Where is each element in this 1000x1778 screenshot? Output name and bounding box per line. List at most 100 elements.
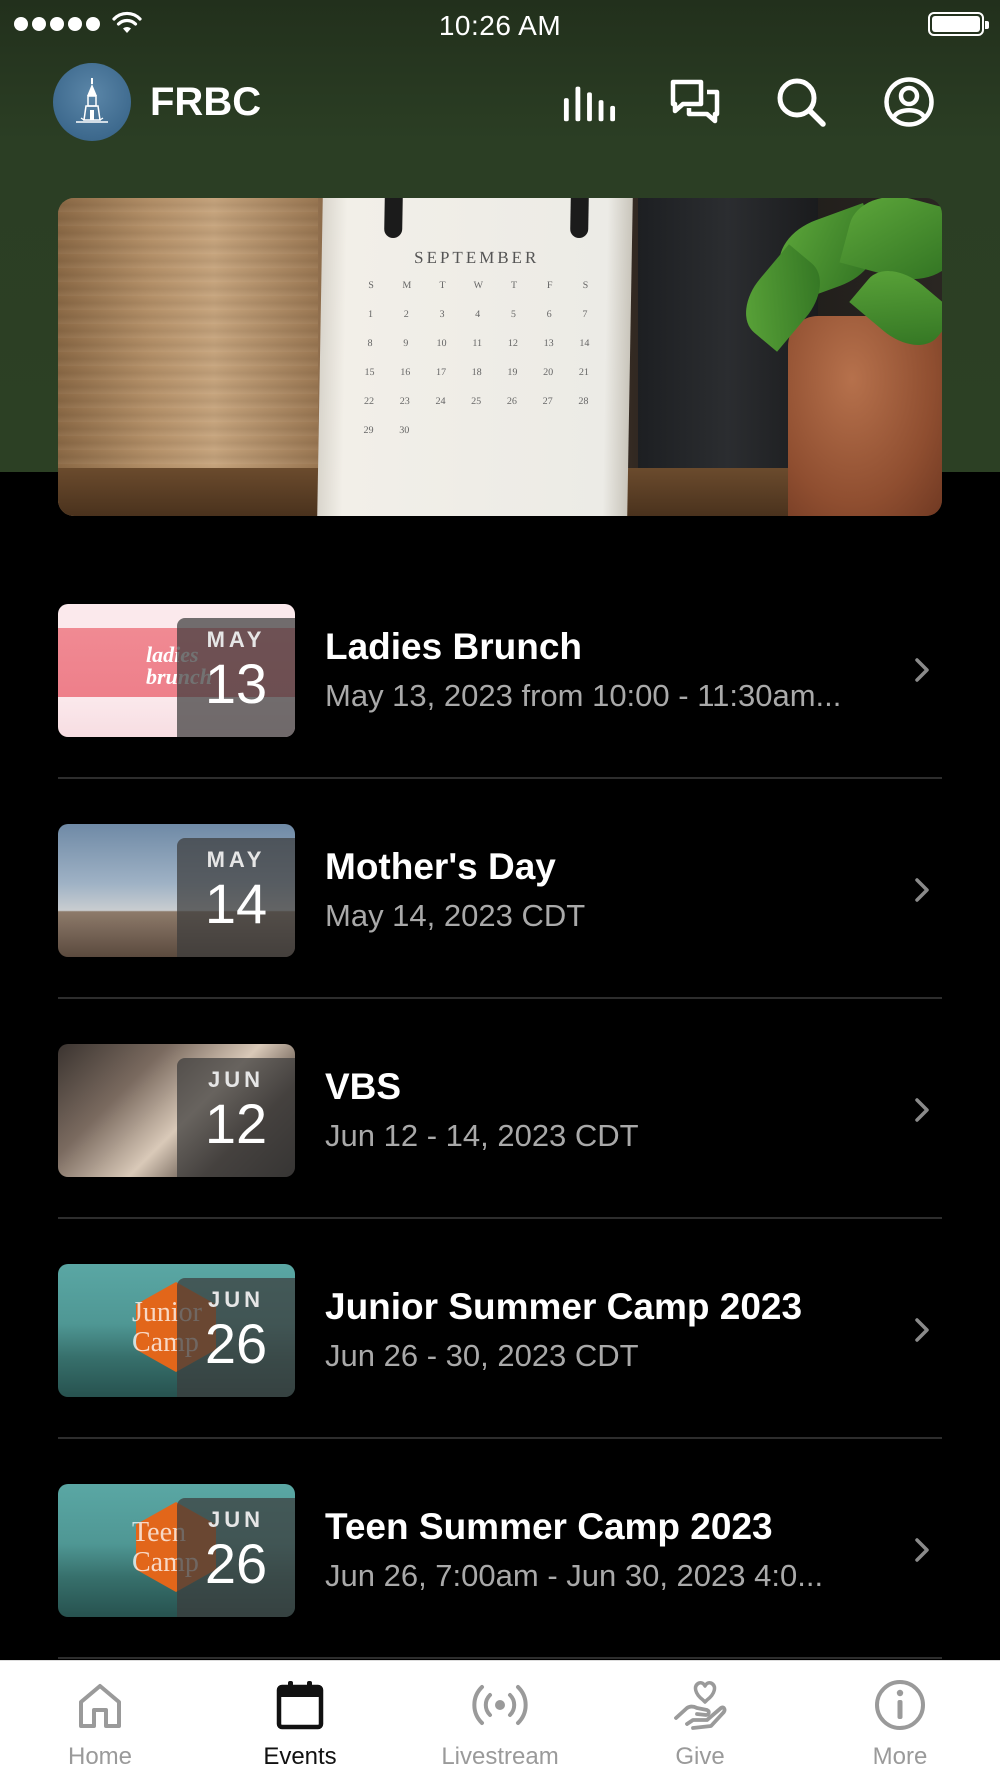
event-title: Teen Summer Camp 2023 <box>325 1506 773 1547</box>
event-date-badge: MAY 13 <box>177 618 295 737</box>
calendar-day: 25 <box>471 396 482 407</box>
calendar-day: 24 <box>435 396 446 407</box>
tab-bar: Home Events Livestream Give More <box>0 1660 1000 1778</box>
event-date-badge: JUN 12 <box>177 1058 295 1177</box>
calendar-day: 4 <box>475 309 481 320</box>
event-date-badge: JUN 26 <box>177 1498 295 1617</box>
calendar-weekday: M <box>402 280 412 291</box>
event-divider <box>58 777 942 779</box>
event-date-text: Jun 26 - 30, 2023 CDT <box>325 1338 639 1373</box>
calendar-day: 12 <box>507 338 519 349</box>
event-thumbnail: ladies brunchMAY13 <box>58 604 295 737</box>
event-thumbnail: Junior Camp JUN 26 <box>58 1264 295 1397</box>
calendar-day: 23 <box>399 396 410 407</box>
brand-name: FRBC <box>150 80 262 124</box>
app-header: FRBC <box>0 60 1000 144</box>
event-month: JUN <box>207 1287 264 1312</box>
event-date-text: Jun 26, 7:00am - Jun 30, 2023 4:0... <box>325 1558 824 1593</box>
calendar-day: 20 <box>543 367 554 378</box>
calendar-weekday: F <box>546 280 553 291</box>
calendar-day: 11 <box>472 338 483 349</box>
event-row[interactable]: MAY 14 Mother's Day May 14, 2023 CDT <box>58 824 942 1044</box>
calendar-icon <box>272 1677 328 1733</box>
calendar-day: 27 <box>542 396 553 407</box>
calendar-photo: SEPTEMBER S M T W T F S 1 2 3 4 5 6 7 8 9 10 11 12 13 14 15 16… <box>317 198 633 516</box>
battery-icon <box>928 12 989 36</box>
calendar-weekday: S <box>368 280 374 291</box>
event-thumbnail: Teen Camp JUN 26 <box>58 1484 295 1617</box>
event-title: Mother's Day <box>325 846 556 887</box>
calendar-day: 5 <box>510 309 517 320</box>
search-icon[interactable] <box>774 75 828 129</box>
event-month: JUN <box>207 1507 264 1532</box>
event-month: JUN <box>207 1067 264 1092</box>
home-icon <box>72 1677 128 1733</box>
calendar-day: 13 <box>543 338 554 349</box>
calendar-day: 6 <box>546 309 552 320</box>
event-row[interactable]: JUN 12 VBS Jun 12 - 14, 2023 CDT <box>58 1044 942 1264</box>
info-icon <box>872 1677 928 1733</box>
calendar-day: 21 <box>578 367 589 378</box>
tab-give[interactable]: Give <box>600 1661 800 1778</box>
calendar-day: 22 <box>363 396 375 407</box>
calendar-day: 18 <box>471 367 482 378</box>
calendar-weekday: T <box>510 280 518 291</box>
calendar-day: 17 <box>435 367 447 378</box>
calendar-day: 8 <box>367 338 373 349</box>
calendar-day: 19 <box>507 367 518 378</box>
calendar-day: 2 <box>403 309 409 320</box>
church-steeple-icon <box>76 78 108 123</box>
calendar-day: 29 <box>363 425 374 436</box>
event-divider <box>58 1217 942 1219</box>
chevron-right-icon <box>915 658 929 682</box>
event-divider <box>58 997 942 999</box>
event-thumbnail: JUN 12 <box>58 1044 295 1177</box>
tab-home[interactable]: Home <box>0 1661 200 1778</box>
calendar-day: 15 <box>364 367 375 378</box>
event-day: 26 <box>204 1312 268 1375</box>
calendar-day: 28 <box>578 396 589 407</box>
calendar-day: 14 <box>579 338 590 349</box>
event-title: Junior Summer Camp 2023 <box>325 1286 803 1327</box>
tab-events[interactable]: Events <box>200 1661 400 1778</box>
chevron-right-icon <box>915 1538 929 1562</box>
messages-icon[interactable] <box>668 75 722 129</box>
broadcast-icon <box>472 1677 528 1733</box>
event-title: VBS <box>325 1066 402 1107</box>
event-month: MAY <box>206 847 266 872</box>
calendar-weekday: S <box>582 280 589 291</box>
event-day: 26 <box>204 1532 268 1595</box>
event-date-text: Jun 12 - 14, 2023 CDT <box>325 1118 639 1153</box>
event-row[interactable]: ladies brunchMAY13 Ladies Brunch May 13, 2… <box>58 604 942 824</box>
calendar-weekday: W <box>473 280 484 291</box>
chevron-right-icon <box>915 878 929 902</box>
calendar-day: 3 <box>439 309 445 320</box>
event-row[interactable]: Junior Camp JUN 26 Junior Summer Camp 2023 J… <box>58 1264 942 1484</box>
event-thumbnail: MAY 14 <box>58 824 295 957</box>
calendar-day: 1 <box>367 309 374 320</box>
tab-livestream[interactable]: Livestream <box>400 1661 600 1778</box>
sermons-icon[interactable] <box>562 75 616 129</box>
calendar-month: SEPTEMBER <box>413 248 540 267</box>
calendar-day: 30 <box>399 425 410 436</box>
chevron-right-icon <box>915 1318 929 1342</box>
event-day: 13 <box>204 652 268 715</box>
event-day: 14 <box>204 872 268 935</box>
church-logo[interactable] <box>53 63 131 141</box>
event-title: Ladies Brunch <box>325 626 582 667</box>
profile-icon[interactable] <box>882 75 936 129</box>
event-date-text: May 14, 2023 CDT <box>325 898 586 933</box>
tab-more[interactable]: More <box>800 1661 1000 1778</box>
calendar-day: 16 <box>400 367 411 378</box>
calendar-day: 7 <box>582 309 588 320</box>
events-hero-image: SEPTEMBER S M T W T F S 1 2 3 4 5 6 7 8 9 10 11 12 13 14 15 16… <box>58 198 942 516</box>
status-time: 10:26 AM <box>438 10 562 41</box>
calendar-grid: S M T W T F S 1 2 3 4 5 6 7 8 9 10 11 12 13 14 15 16 17 18 19 20 21… <box>351 280 604 436</box>
event-day: 12 <box>204 1092 268 1155</box>
event-divider <box>58 1437 942 1439</box>
event-divider <box>58 1657 942 1659</box>
event-date-badge: MAY 14 <box>177 838 295 957</box>
event-date-text: May 13, 2023 from 10:00 - 11:30am... <box>325 678 842 713</box>
event-date-badge: JUN 26 <box>177 1278 295 1397</box>
event-month: MAY <box>206 627 266 652</box>
